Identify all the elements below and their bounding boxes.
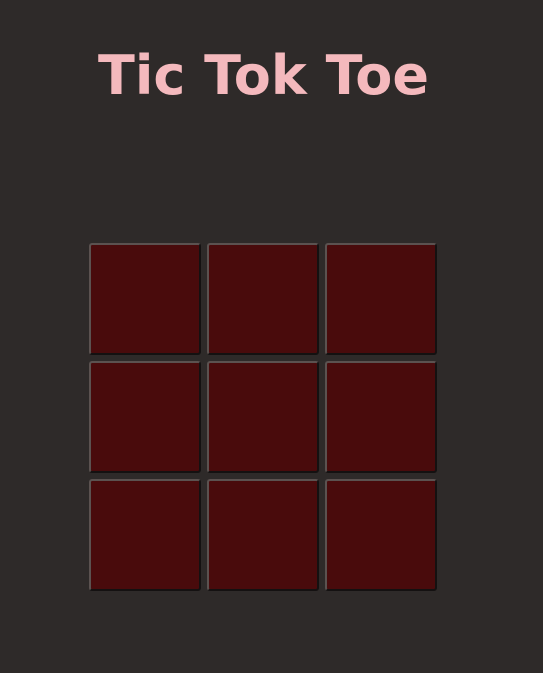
game-board bbox=[89, 243, 437, 591]
board-cell-9[interactable] bbox=[325, 479, 437, 591]
board-cell-5[interactable] bbox=[207, 361, 319, 473]
board-cell-6[interactable] bbox=[325, 361, 437, 473]
board-cell-7[interactable] bbox=[89, 479, 201, 591]
board-cell-3[interactable] bbox=[325, 243, 437, 355]
board-cell-2[interactable] bbox=[207, 243, 319, 355]
game-title: Tic Tok Toe bbox=[97, 44, 429, 107]
board-cell-1[interactable] bbox=[89, 243, 201, 355]
board-cell-8[interactable] bbox=[207, 479, 319, 591]
board-cell-4[interactable] bbox=[89, 361, 201, 473]
